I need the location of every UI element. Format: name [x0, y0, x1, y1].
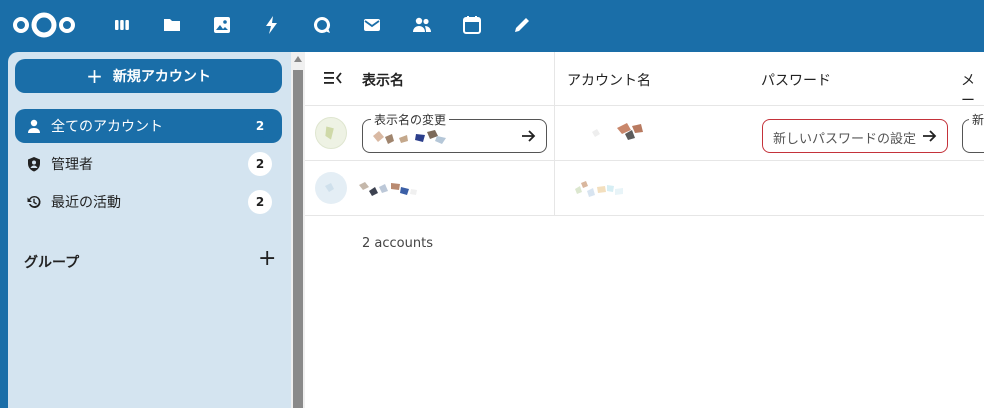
accounts-table: 表示名 アカウント名 パスワード メー 表示名の変更 新しいパスワードの設定 新…: [305, 52, 984, 408]
toggle-sidebar-icon[interactable]: [323, 68, 343, 88]
header-account-name[interactable]: アカウント名: [567, 70, 651, 90]
table-header: 表示名 アカウント名 パスワード メー: [305, 52, 984, 109]
arrow-right-icon[interactable]: [520, 127, 538, 145]
user-icon: [25, 117, 43, 135]
sidebar-item-label: 管理者: [51, 157, 93, 173]
dashboard-icon[interactable]: [109, 12, 135, 38]
redacted-display-name: [373, 130, 446, 144]
contacts-icon[interactable]: [409, 12, 435, 38]
add-group-button[interactable]: +: [258, 248, 276, 270]
photos-icon[interactable]: [209, 12, 235, 38]
mail-icon[interactable]: [359, 12, 385, 38]
sidebar-item-label: 全てのアカウント: [51, 119, 163, 135]
top-bar: [0, 0, 984, 52]
nextcloud-logo[interactable]: [12, 10, 76, 40]
new-account-button[interactable]: + 新規アカウント: [15, 59, 282, 93]
count-badge: 2: [248, 152, 272, 176]
notes-icon[interactable]: [509, 12, 535, 38]
talk-icon[interactable]: [309, 12, 335, 38]
display-name-field-label: 表示名の変更: [371, 111, 450, 128]
sidebar-item-recent-activity[interactable]: 最近の活動 2: [15, 185, 282, 219]
email-field-label: 新: [969, 111, 984, 128]
account-count: 2 accounts: [362, 236, 433, 251]
scroll-up-icon[interactable]: [294, 56, 302, 62]
header-display-name[interactable]: 表示名: [362, 70, 404, 90]
history-icon: [25, 193, 43, 211]
header-email: メー: [961, 73, 975, 109]
sidebar: + 新規アカウント 全てのアカウント 2 管理者 2 最近の活動 2 グループ …: [8, 52, 291, 408]
table-row[interactable]: [305, 161, 984, 216]
redacted-account-name: [575, 181, 623, 197]
sidebar-item-admins[interactable]: 管理者 2: [15, 147, 282, 181]
shield-user-icon: [25, 155, 43, 173]
table-row[interactable]: 表示名の変更 新しいパスワードの設定 新: [305, 106, 984, 161]
scrollbar-thumb[interactable]: [293, 70, 303, 408]
count-badge: 2: [248, 114, 272, 138]
avatar[interactable]: [315, 117, 347, 149]
arrow-right-icon[interactable]: [921, 127, 939, 145]
sidebar-item-label: 最近の活動: [51, 195, 121, 211]
calendar-icon[interactable]: [459, 12, 485, 38]
groups-title: グループ: [24, 255, 80, 271]
sidebar-item-all-accounts[interactable]: 全てのアカウント 2: [15, 109, 282, 143]
plus-icon: +: [86, 64, 103, 88]
new-account-label: 新規アカウント: [112, 69, 211, 85]
avatar[interactable]: [315, 172, 347, 204]
new-password-field[interactable]: 新しいパスワードの設定: [762, 119, 948, 153]
redacted-display-name: [359, 182, 417, 196]
files-icon[interactable]: [159, 12, 185, 38]
display-name-field[interactable]: 表示名の変更: [362, 111, 547, 153]
password-placeholder: 新しいパスワードの設定: [773, 132, 917, 147]
header-password: パスワード: [761, 73, 831, 89]
redacted-account-name: [592, 123, 643, 140]
email-field[interactable]: 新: [962, 111, 984, 153]
count-badge: 2: [248, 190, 272, 214]
sidebar-scrollbar[interactable]: [291, 52, 305, 408]
activity-icon[interactable]: [259, 12, 285, 38]
